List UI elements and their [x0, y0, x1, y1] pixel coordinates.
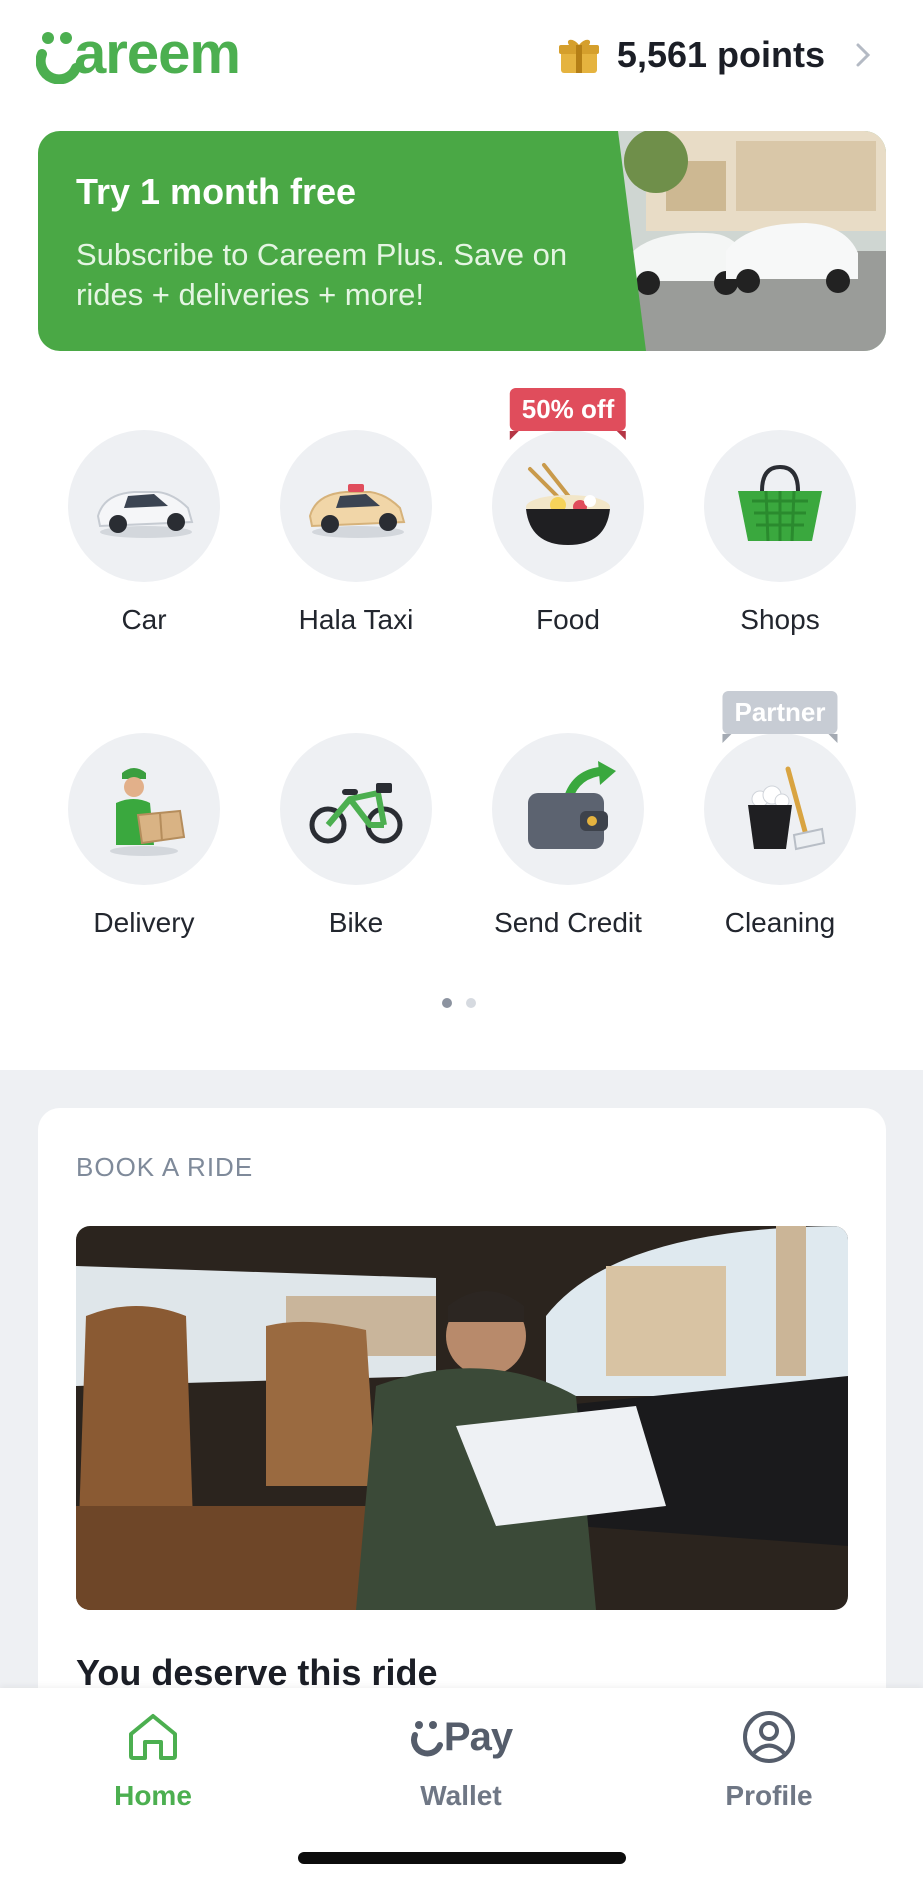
service-bike[interactable]: Bike	[250, 733, 462, 939]
app-header: areem 5,561 points	[0, 0, 923, 110]
service-hala-taxi[interactable]: Hala Taxi	[250, 430, 462, 636]
cleaning-bucket-icon	[748, 766, 826, 851]
careem-pay-logo: Pay	[361, 1704, 561, 1770]
service-car[interactable]: Car	[38, 430, 250, 636]
service-shops[interactable]: Shops	[674, 430, 886, 636]
card-kicker: BOOK A RIDE	[76, 1152, 254, 1182]
nav-wallet[interactable]: Pay Wallet	[361, 1704, 561, 1812]
service-icon-circle	[280, 430, 432, 582]
service-label: Car	[121, 604, 167, 635]
discount-badge: 50% off	[509, 388, 627, 440]
delivery-person-icon	[110, 768, 186, 856]
service-food[interactable]: 50% off Food	[462, 388, 674, 636]
gift-icon	[558, 39, 599, 73]
careem-logo: areem	[36, 21, 241, 86]
service-label: Delivery	[93, 907, 195, 938]
service-icon-circle: Partner	[704, 691, 856, 885]
service-label: Bike	[328, 907, 384, 938]
service-icon-circle	[68, 733, 220, 885]
service-send-credit[interactable]: Send Credit	[462, 733, 674, 939]
home-icon	[129, 1714, 177, 1760]
service-label: Shops	[740, 604, 820, 635]
taxi-icon	[308, 484, 406, 538]
car-icon	[96, 491, 194, 538]
pay-wordmark: Pay	[443, 1714, 513, 1759]
service-delivery[interactable]: Delivery	[38, 733, 250, 939]
logo-wordmark: areem	[74, 21, 241, 86]
careem-smile-icon	[410, 1721, 443, 1757]
partner-badge: Partner	[722, 691, 838, 743]
banner-subtitle: Subscribe to Careem Plus. Save on rides …	[76, 237, 568, 312]
careem-plus-promo-banner[interactable]: Try 1 month free Subscribe to Careem Plu…	[38, 131, 886, 351]
promo-cars-image	[586, 131, 886, 351]
points-label: 5,561 points	[616, 34, 825, 75]
nav-wallet-label: Wallet	[420, 1780, 502, 1811]
page-dot-2[interactable]	[466, 998, 476, 1008]
services-pagination[interactable]	[442, 998, 476, 1008]
wallet-send-icon	[528, 761, 616, 849]
service-cleaning[interactable]: Partner Cleaning	[674, 691, 886, 939]
bike-icon	[309, 783, 403, 844]
service-label: Send Credit	[494, 907, 642, 938]
profile-icon	[743, 1711, 795, 1763]
service-icon-circle	[492, 733, 644, 885]
food-bowl-icon	[526, 463, 610, 545]
rewards-points-button[interactable]: 5,561 points	[558, 30, 873, 80]
chevron-right-icon	[856, 43, 871, 67]
service-label: Hala Taxi	[298, 604, 414, 635]
ride-promo-image	[76, 1226, 848, 1610]
service-label: Food	[536, 604, 600, 635]
service-icon-circle	[704, 430, 856, 582]
shopping-basket-icon	[738, 464, 822, 542]
service-icon-circle: 50% off	[492, 388, 644, 582]
nav-profile-label: Profile	[725, 1780, 813, 1811]
page-dot-1[interactable]	[442, 998, 452, 1008]
home-indicator-bar[interactable]	[298, 1852, 626, 1864]
service-icon-circle	[280, 733, 432, 885]
service-icon-circle	[68, 430, 220, 582]
nav-profile[interactable]: Profile	[669, 1704, 869, 1812]
service-label: Cleaning	[724, 907, 836, 938]
nav-home-label: Home	[114, 1780, 192, 1811]
nav-home[interactable]: Home	[53, 1704, 253, 1812]
banner-title: Try 1 month free	[76, 171, 357, 212]
